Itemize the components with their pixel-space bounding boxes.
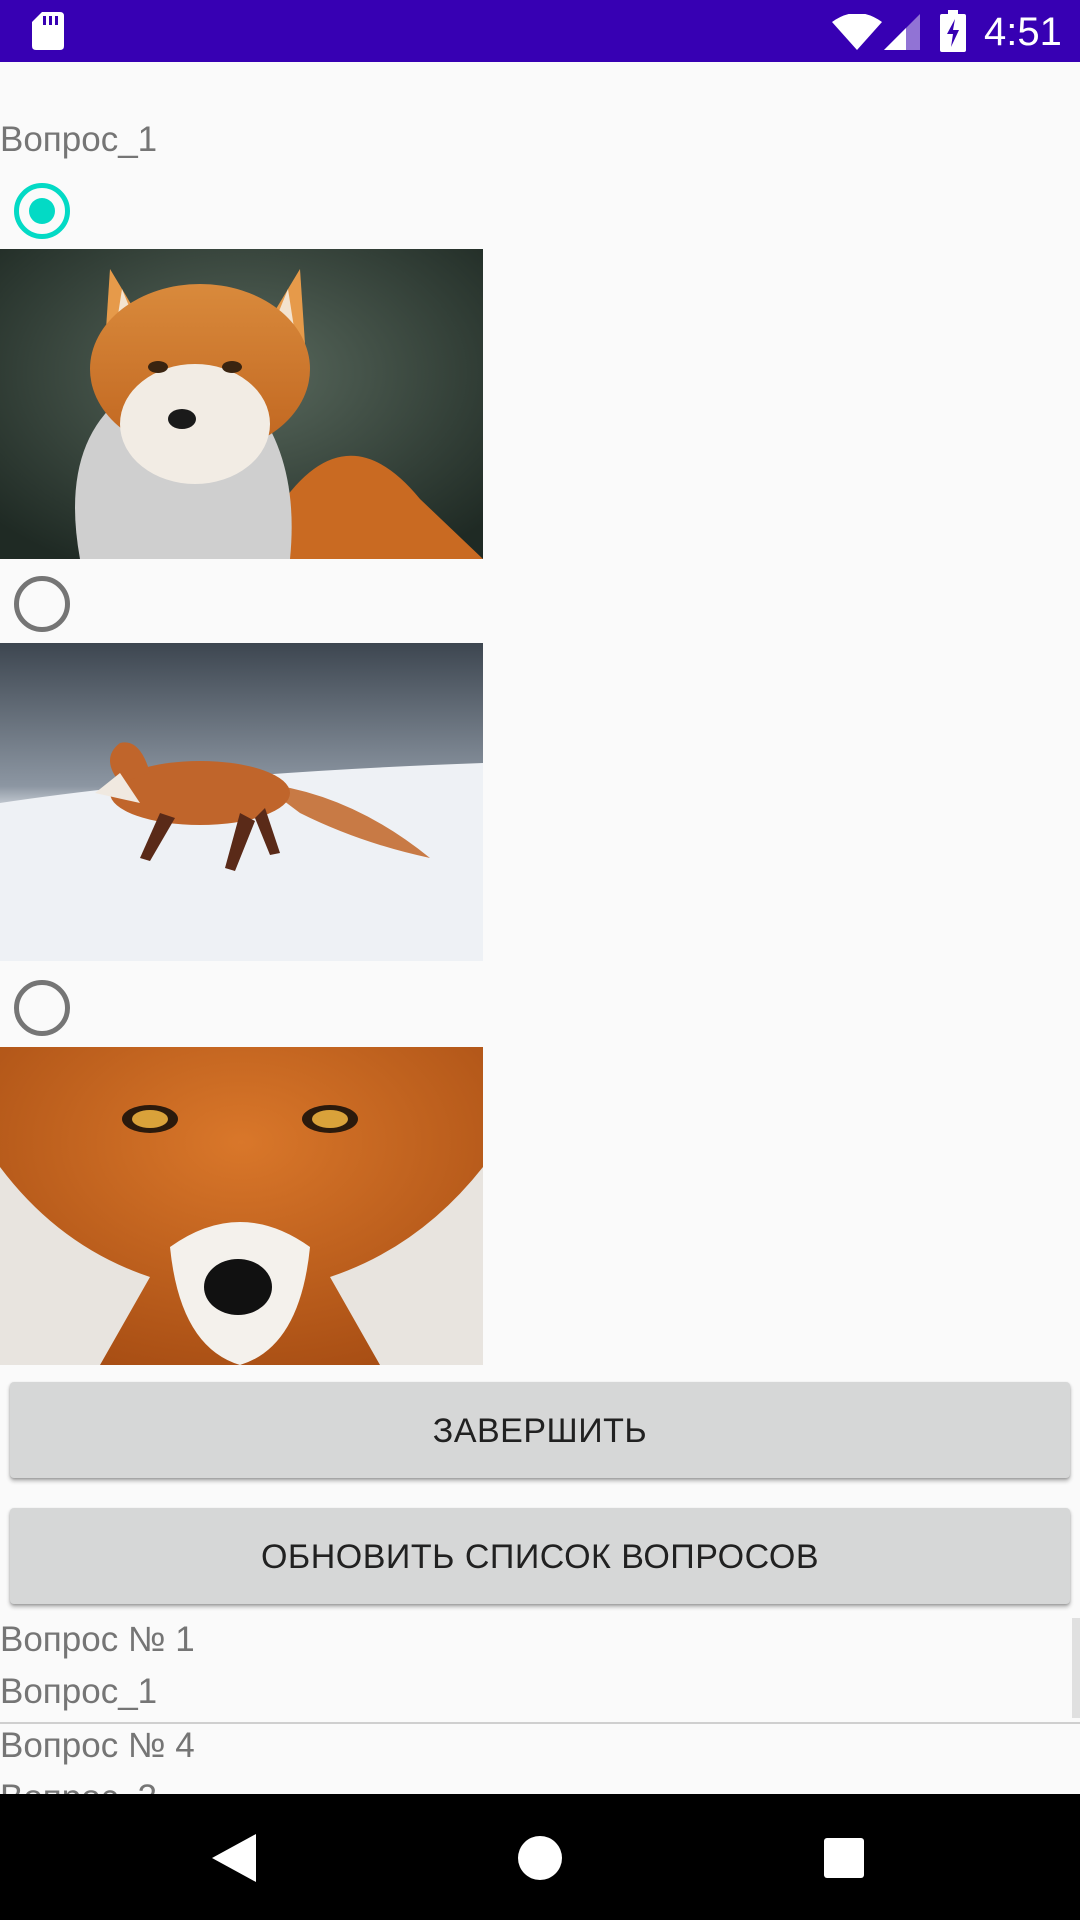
question-list-item[interactable]: Вопрос № 1 Вопрос_1 (0, 1618, 1070, 1720)
option-2-radio[interactable] (14, 576, 70, 632)
list-scrollbar[interactable] (1072, 1618, 1080, 1718)
back-icon[interactable] (212, 1834, 256, 1882)
list-item-number: Вопрос № 4 (0, 1726, 195, 1765)
option-3-radio[interactable] (14, 980, 70, 1036)
status-time: 4:51 (984, 10, 1062, 54)
sd-card-icon (32, 12, 64, 50)
home-icon[interactable] (518, 1836, 562, 1880)
finish-button[interactable]: ЗАВЕРШИТЬ (10, 1382, 1070, 1478)
list-item-title: Вопрос_3 (0, 1776, 157, 1794)
refresh-questions-button[interactable]: ОБНОВИТЬ СПИСОК ВОПРОСОВ (10, 1508, 1070, 1604)
fox-face-closeup-photo[interactable] (0, 1047, 483, 1365)
list-item-title: Вопрос_1 (0, 1672, 158, 1711)
status-bar: 4:51 (0, 0, 1080, 62)
fox-running-snow-photo[interactable] (0, 643, 483, 961)
radio-selected-dot (29, 198, 55, 224)
recents-icon[interactable] (824, 1838, 864, 1878)
option-1-radio[interactable] (14, 183, 70, 239)
question-list-item[interactable]: Вопрос № 4 Вопрос_3 (0, 1724, 1070, 1794)
wifi-icon (832, 14, 882, 50)
quiz-screen: Вопрос_1 ЗАВЕРШИТЬ ОБНОВИТЬ СПИСОК ВОПРО… (0, 62, 1080, 1794)
cell-signal-icon (884, 14, 920, 50)
battery-charging-icon (940, 10, 966, 52)
navigation-bar (0, 1794, 1080, 1920)
question-title: Вопрос_1 (0, 120, 158, 159)
list-item-number: Вопрос № 1 (0, 1620, 195, 1659)
fox-portrait-photo[interactable] (0, 249, 483, 559)
